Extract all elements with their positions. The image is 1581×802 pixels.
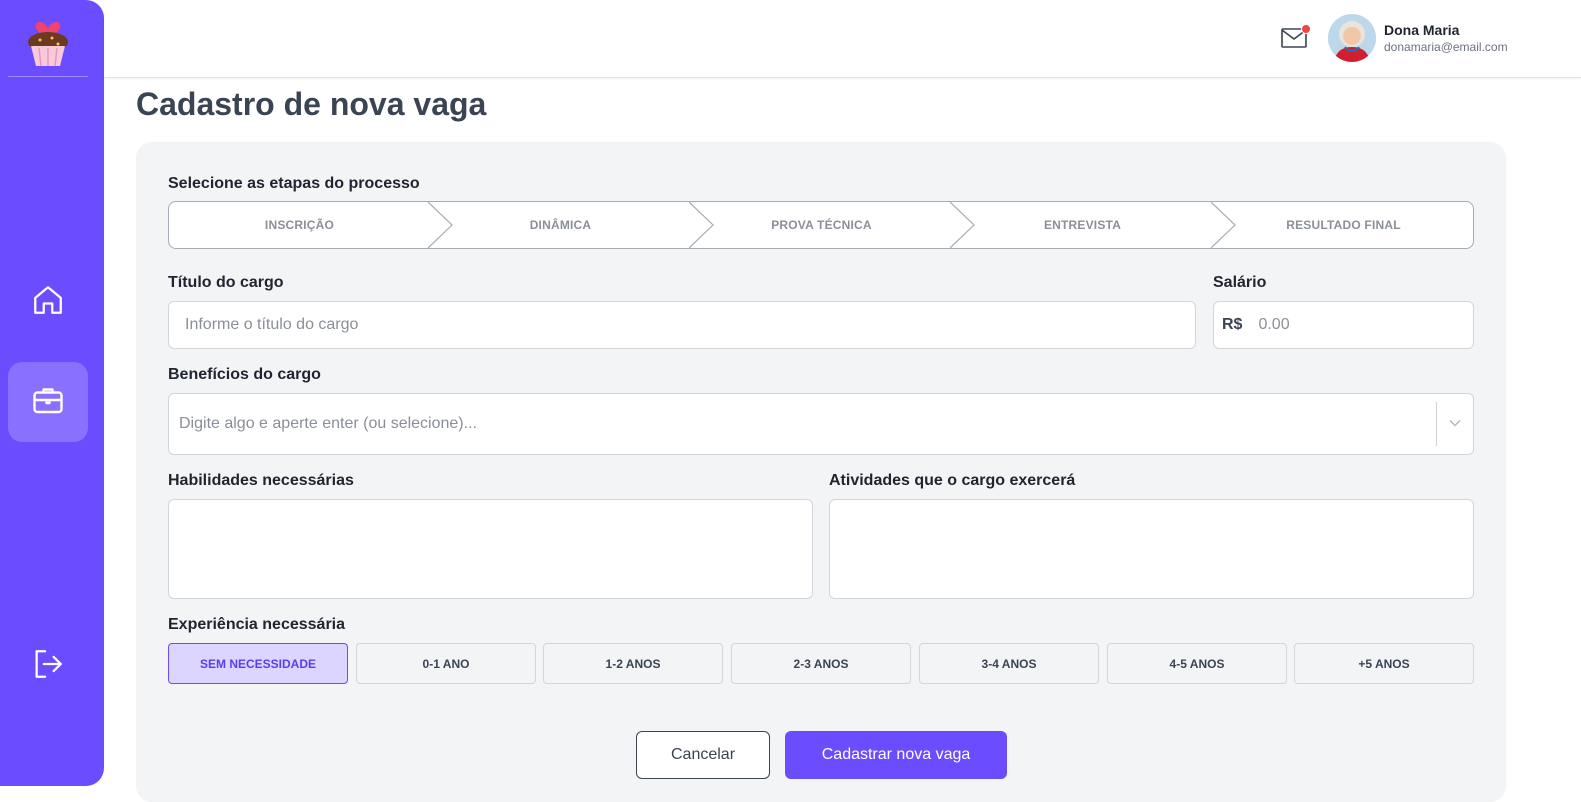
sidebar-item-home[interactable] xyxy=(8,262,88,342)
experience-option-3-4[interactable]: 3-4 ANOS xyxy=(919,643,1099,684)
page-title: Cadastro de nova vaga xyxy=(136,86,487,122)
cupcake-logo[interactable] xyxy=(22,8,74,68)
sidebar-item-logout[interactable] xyxy=(8,626,88,706)
step-dinamica[interactable]: DINÂMICA xyxy=(430,202,691,248)
benefits-label: Benefícios do cargo xyxy=(168,366,321,383)
step-resultado-final[interactable]: RESULTADO FINAL xyxy=(1213,202,1473,248)
experience-option-2-3[interactable]: 2-3 ANOS xyxy=(731,643,911,684)
experience-option-none[interactable]: SEM NECESSIDADE xyxy=(168,643,348,684)
user-name: Dona Maria xyxy=(1384,22,1460,38)
steps-label: Selecione as etapas do processo xyxy=(168,175,420,192)
submit-button[interactable]: Cadastrar nova vaga xyxy=(785,731,1007,779)
home-icon xyxy=(31,283,65,322)
sidebar-divider xyxy=(8,76,88,77)
activities-textarea[interactable] xyxy=(829,499,1474,599)
select-separator xyxy=(1436,402,1437,446)
step-entrevista[interactable]: ENTREVISTA xyxy=(952,202,1213,248)
experience-label: Experiência necessária xyxy=(168,616,346,633)
skills-label: Habilidades necessárias xyxy=(168,472,354,489)
currency-prefix: R$ xyxy=(1222,316,1243,333)
job-title-placeholder: Informe o título do cargo xyxy=(185,316,359,333)
chevron-down-icon[interactable] xyxy=(1448,416,1462,435)
activities-label: Atividades que o cargo exercerá xyxy=(829,472,1076,489)
sidebar xyxy=(0,0,104,786)
salary-input[interactable]: R$ 0.00 xyxy=(1213,301,1474,349)
job-title-input[interactable]: Informe o título do cargo xyxy=(168,301,1196,349)
process-steps: INSCRIÇÃO DINÂMICA PROVA TÉCNICA ENTREVI… xyxy=(168,201,1474,249)
experience-option-0-1[interactable]: 0-1 ANO xyxy=(356,643,536,684)
logout-icon xyxy=(31,647,65,686)
cancel-button[interactable]: Cancelar xyxy=(636,731,770,779)
experience-option-4-5[interactable]: 4-5 ANOS xyxy=(1107,643,1287,684)
experience-option-5-plus[interactable]: +5 ANOS xyxy=(1294,643,1474,684)
sidebar-item-jobs[interactable] xyxy=(8,362,88,442)
notification-badge xyxy=(1301,24,1311,34)
step-inscricao[interactable]: INSCRIÇÃO xyxy=(169,202,430,248)
salary-placeholder: 0.00 xyxy=(1258,316,1290,333)
user-email: donamaria@email.com xyxy=(1384,40,1508,54)
experience-option-1-2[interactable]: 1-2 ANOS xyxy=(543,643,723,684)
benefits-select[interactable]: Digite algo e aperte enter (ou selecione… xyxy=(168,393,1474,455)
job-title-label: Título do cargo xyxy=(168,274,284,291)
step-prova-tecnica[interactable]: PROVA TÉCNICA xyxy=(691,202,952,248)
briefcase-icon xyxy=(30,382,66,423)
salary-label: Salário xyxy=(1213,274,1267,291)
avatar[interactable] xyxy=(1328,14,1376,62)
skills-textarea[interactable] xyxy=(168,499,813,599)
benefits-placeholder: Digite algo e aperte enter (ou selecione… xyxy=(179,415,477,432)
